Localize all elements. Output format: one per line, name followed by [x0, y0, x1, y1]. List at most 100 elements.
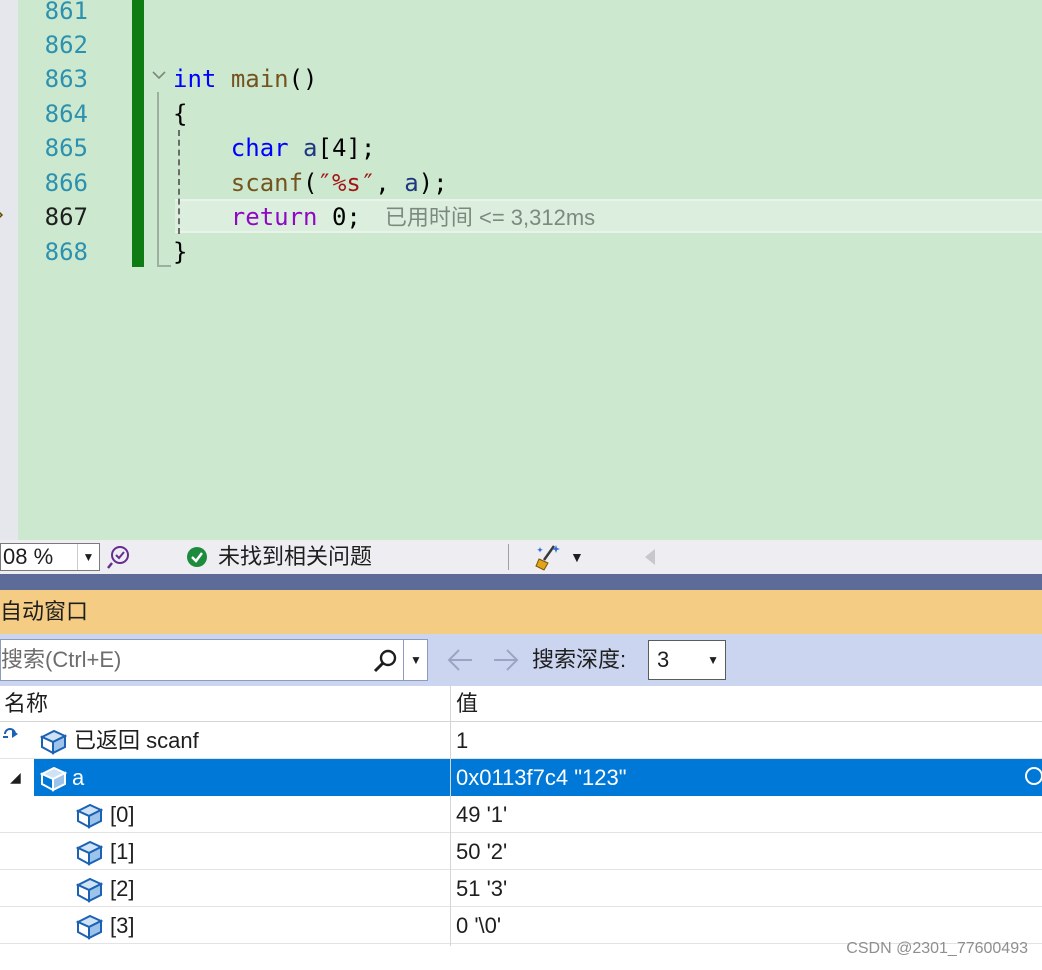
- table-row[interactable]: [1] 50 '2': [0, 833, 1042, 870]
- execution-pointer-icon: [0, 211, 4, 219]
- perf-tip-elapsed-time[interactable]: 已用时间 <= 3,312ms: [385, 205, 595, 230]
- row-name: [1]: [110, 839, 135, 864]
- table-row-selected[interactable]: ◢ ◢ a 0x0113f7c4 "123": [0, 759, 1042, 796]
- code-token: 0;: [317, 203, 361, 231]
- variable-object-icon: [75, 803, 104, 829]
- line-number: 862: [44, 31, 88, 59]
- code-line[interactable]: 866 scanf(″%s″, a);: [18, 166, 1042, 200]
- code-text[interactable]: {: [173, 97, 187, 131]
- return-value-icon: [3, 728, 18, 738]
- row-name: [2]: [110, 876, 135, 901]
- text-visualizer-magnifier-icon[interactable]: [1020, 765, 1042, 789]
- intellicode-icon[interactable]: [106, 544, 132, 570]
- table-row[interactable]: [0] 49 '1': [0, 796, 1042, 833]
- line-number: 865: [44, 134, 88, 162]
- line-number: 867: [44, 203, 88, 231]
- code-token: ″%s″: [317, 169, 376, 197]
- code-text[interactable]: scanf(″%s″, a);: [173, 166, 448, 200]
- collapse-triangle-icon[interactable]: ◢: [10, 759, 21, 796]
- variable-object-icon: [75, 877, 104, 903]
- search-icon[interactable]: [371, 648, 399, 674]
- arrow-left-icon[interactable]: [446, 647, 474, 673]
- cleanup-dropdown-caret-icon[interactable]: ▼: [570, 546, 584, 568]
- code-line[interactable]: 868}: [18, 235, 1042, 269]
- line-number: 864: [44, 100, 88, 128]
- column-header-name[interactable]: 名称: [4, 686, 48, 722]
- separator: [508, 544, 509, 570]
- code-token: (): [288, 65, 318, 93]
- row-value: 1: [456, 728, 469, 753]
- search-depth-select[interactable]: 3 ▼: [648, 640, 726, 680]
- check-circle-icon: [187, 547, 207, 567]
- code-line[interactable]: 864 {: [18, 97, 1042, 131]
- column-header-value[interactable]: 值: [456, 686, 478, 722]
- code-token: ,: [375, 169, 405, 197]
- arrow-right-icon[interactable]: [492, 647, 520, 673]
- chevron-down-icon[interactable]: ▼: [77, 544, 99, 570]
- line-number: 861: [44, 0, 88, 25]
- search-input[interactable]: [1, 640, 361, 680]
- code-text[interactable]: char a[4];: [173, 131, 376, 165]
- code-line[interactable]: 865 char a[4];: [18, 131, 1042, 165]
- row-name: [0]: [110, 802, 135, 827]
- row-name: [3]: [110, 913, 135, 938]
- code-line[interactable]: 862: [18, 28, 1042, 62]
- code-token: char: [230, 134, 289, 162]
- line-number: 866: [44, 169, 88, 197]
- row-value: 49 '1': [456, 802, 508, 827]
- row-value: 0x0113f7c4 "123": [456, 765, 627, 790]
- scroll-left-arrow-icon[interactable]: [643, 548, 657, 566]
- search-box[interactable]: ▼: [0, 639, 428, 681]
- row-name: a: [72, 765, 85, 790]
- table-row[interactable]: 已返回 scanf 1: [0, 722, 1042, 759]
- code-text[interactable]: int main(): [173, 62, 318, 96]
- code-token: {: [173, 100, 188, 128]
- autos-grid: 名称 值 已返回 scanf 1 ◢ ◢ a 0x0113f7c4 "123": [0, 686, 1042, 946]
- column-separator[interactable]: [450, 686, 451, 946]
- row-value: 50 '2': [456, 839, 508, 864]
- code-token: [4];: [317, 134, 376, 162]
- code-line[interactable]: 861: [18, 0, 1042, 28]
- row-value: 0 '\0': [456, 913, 502, 938]
- search-depth-value: 3: [657, 647, 670, 672]
- table-row[interactable]: [2] 51 '3': [0, 870, 1042, 907]
- code-token: int: [173, 65, 217, 93]
- code-token: a: [303, 134, 318, 162]
- zoom-dropdown[interactable]: 08 % ▼: [0, 543, 100, 571]
- code-editor[interactable]: 861 862 863 int main() 864{865 char a[4]; 866…: [0, 0, 1042, 540]
- code-cleanup-broom-icon[interactable]: [534, 543, 564, 571]
- watermark: CSDN @2301_77600493: [846, 940, 1028, 957]
- row-name: 已返回 scanf: [74, 728, 199, 753]
- code-text[interactable]: return 0; 已用时间 <= 3,312ms: [173, 200, 595, 235]
- code-line[interactable]: 867 return 0; 已用时间 <= 3,312ms: [18, 200, 1042, 234]
- search-depth-label: 搜索深度:: [532, 647, 627, 672]
- code-token: }: [173, 238, 188, 266]
- code-text[interactable]: }: [173, 235, 187, 269]
- variable-object-icon: [39, 766, 68, 792]
- autos-window-title: 自动窗口: [0, 599, 89, 624]
- panel-splitter[interactable]: [0, 574, 1042, 590]
- row-value: 51 '3': [456, 876, 508, 901]
- code-token: return: [230, 203, 318, 231]
- chevron-down-icon[interactable]: ▼: [707, 641, 719, 679]
- line-number: 868: [44, 238, 88, 266]
- code-token: scanf: [230, 169, 304, 197]
- code-token: main: [230, 65, 289, 93]
- grid-header: 名称 值: [0, 686, 1042, 722]
- code-token: a: [404, 169, 419, 197]
- search-options-dropdown-icon[interactable]: ▼: [403, 640, 428, 680]
- indicator-margin[interactable]: [0, 0, 18, 540]
- code-line[interactable]: 863 int main(): [18, 62, 1042, 96]
- code-token: );: [418, 169, 448, 197]
- issues-status-text[interactable]: 未找到相关问题: [218, 542, 372, 572]
- code-token: (: [303, 169, 318, 197]
- editor-status-strip: 08 % ▼ 未找到相关问题 ▼: [0, 540, 1042, 574]
- table-row[interactable]: [3] 0 '\0': [0, 907, 1042, 944]
- zoom-value: 08 %: [3, 544, 54, 569]
- autos-window-tab[interactable]: 自动窗口: [0, 590, 1042, 634]
